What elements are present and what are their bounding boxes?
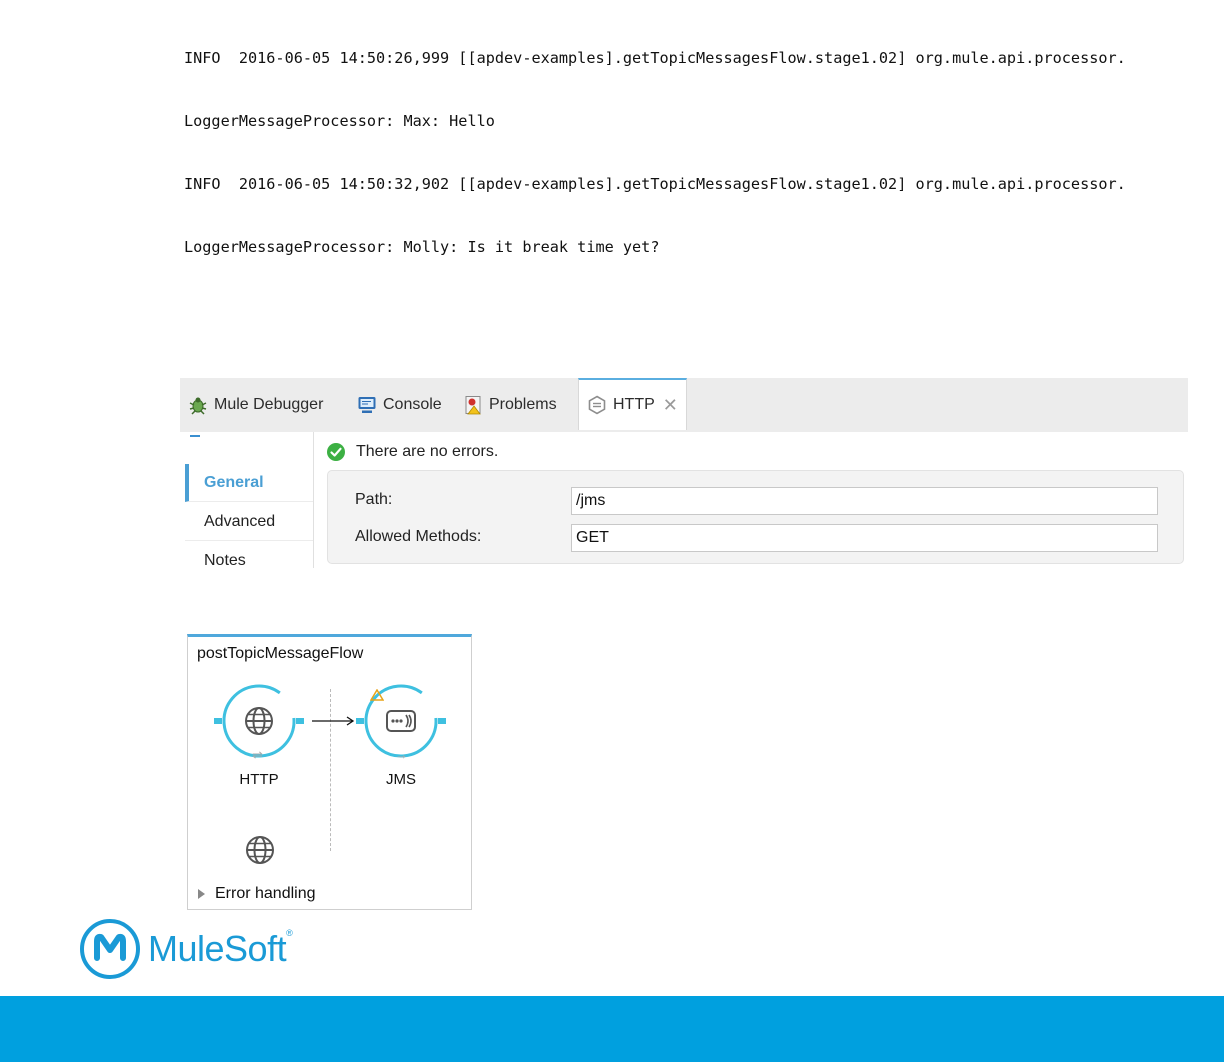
globe-icon: [246, 836, 274, 864]
tab-label: Problems: [489, 396, 557, 413]
general-settings-form: Path: Allowed Methods:: [327, 470, 1184, 564]
view-tab-bar: Mule Debugger Console Problems HTTP ✕: [180, 378, 1188, 432]
console-line: LoggerMessageProcessor: Molly: Is it bre…: [184, 238, 660, 256]
one-way-arrow-icon: →: [395, 747, 408, 762]
error-handling-toggle[interactable]: Error handling: [198, 885, 316, 903]
problems-icon: [465, 396, 481, 415]
nav-item-advanced[interactable]: Advanced: [185, 503, 313, 541]
jms-node-label: JMS: [386, 771, 416, 788]
flow-arrow: [312, 716, 355, 726]
close-icon[interactable]: ✕: [663, 395, 678, 416]
tab-label: Console: [383, 396, 442, 413]
nav-marker: [190, 435, 200, 437]
mulesoft-m-logo-icon: [80, 919, 140, 979]
nav-item-general[interactable]: General: [185, 464, 313, 502]
path-input[interactable]: [571, 487, 1158, 515]
http-node-label: HTTP: [239, 771, 279, 788]
console-output: INFO 2016-06-05 14:50:26,999 [[apdev-exa…: [184, 6, 1214, 279]
properties-panel: Mule Debugger Console Problems HTTP ✕ Ge…: [180, 378, 1188, 568]
http-connector-icon: [588, 395, 606, 415]
tab-console[interactable]: Console: [357, 378, 442, 432]
properties-nav: General Advanced Notes: [180, 432, 314, 568]
allowed-methods-input[interactable]: [571, 524, 1158, 552]
tab-problems[interactable]: Problems: [463, 378, 557, 432]
warning-icon: [370, 689, 384, 701]
logo-text: MuleSoft: [148, 928, 287, 969]
tab-label: HTTP: [613, 396, 655, 413]
logo-registered: ®: [286, 928, 293, 938]
bug-icon: [189, 397, 207, 415]
path-row: Path:: [328, 485, 1183, 515]
check-circle-icon: [327, 443, 345, 461]
jms-icon: [386, 710, 416, 732]
tab-label: Mule Debugger: [214, 396, 324, 413]
tab-http[interactable]: HTTP ✕: [578, 378, 687, 430]
status-text: There are no errors.: [356, 443, 499, 460]
footer-bar: [0, 996, 1224, 1062]
globe-icon: [245, 707, 273, 735]
allowed-methods-label: Allowed Methods:: [355, 528, 482, 545]
flow-title: postTopicMessageFlow: [197, 645, 364, 662]
console-line: INFO 2016-06-05 14:50:26,999 [[apdev-exa…: [184, 49, 1126, 67]
error-handling-label: Error handling: [215, 885, 316, 902]
allowed-methods-row: Allowed Methods:: [328, 522, 1183, 552]
flow-divider: [330, 689, 331, 851]
jms-node[interactable]: →: [356, 683, 446, 763]
console-line: INFO 2016-06-05 14:50:32,902 [[apdev-exa…: [184, 175, 1126, 193]
logo-wordmark: MuleSoft®: [148, 928, 293, 970]
exchange-pattern-icon: ⇌: [252, 747, 263, 762]
tab-mule-debugger[interactable]: Mule Debugger: [188, 378, 323, 432]
mulesoft-logo: MuleSoft®: [80, 919, 293, 979]
console-line: LoggerMessageProcessor: Max: Hello: [184, 112, 495, 130]
console-icon: [358, 397, 376, 413]
http-node[interactable]: ⇌: [214, 683, 304, 763]
validation-status: There are no errors.: [326, 442, 498, 462]
nav-item-notes[interactable]: Notes: [185, 542, 313, 569]
path-label: Path:: [355, 491, 393, 508]
flow-canvas[interactable]: postTopicMessageFlow ⇌ HTTP → JMS Error …: [187, 634, 472, 910]
expand-triangle-icon: [198, 889, 205, 899]
